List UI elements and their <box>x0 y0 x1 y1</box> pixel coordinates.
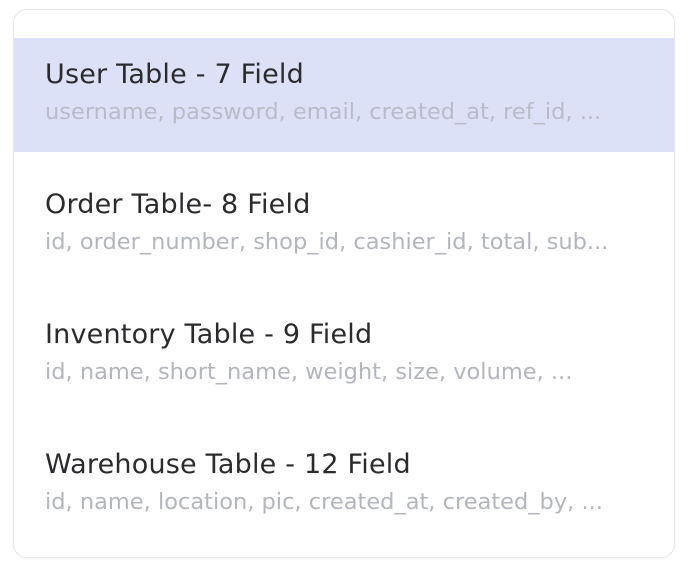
list-item-warehouse-table[interactable]: Warehouse Table - 12 Field id, name, loc… <box>14 428 674 542</box>
list-item-user-table[interactable]: User Table - 7 Field username, password,… <box>14 38 674 152</box>
item-title: Warehouse Table - 12 Field <box>45 449 411 480</box>
item-fields: id, name, location, pic, created_at, cre… <box>45 489 603 515</box>
list-item-inventory-table[interactable]: Inventory Table - 9 Field id, name, shor… <box>14 298 674 412</box>
item-fields: id, name, short_name, weight, size, volu… <box>45 359 573 385</box>
item-title: Inventory Table - 9 Field <box>45 319 373 350</box>
table-list: User Table - 7 Field username, password,… <box>14 38 674 557</box>
list-item-order-table[interactable]: Order Table- 8 Field id, order_number, s… <box>14 168 674 282</box>
table-list-card: User Table - 7 Field username, password,… <box>13 9 675 558</box>
item-title: Order Table- 8 Field <box>45 189 311 220</box>
item-fields: id, order_number, shop_id, cashier_id, t… <box>45 229 609 255</box>
item-fields: username, password, email, created_at, r… <box>45 99 602 125</box>
item-title: User Table - 7 Field <box>45 59 304 90</box>
